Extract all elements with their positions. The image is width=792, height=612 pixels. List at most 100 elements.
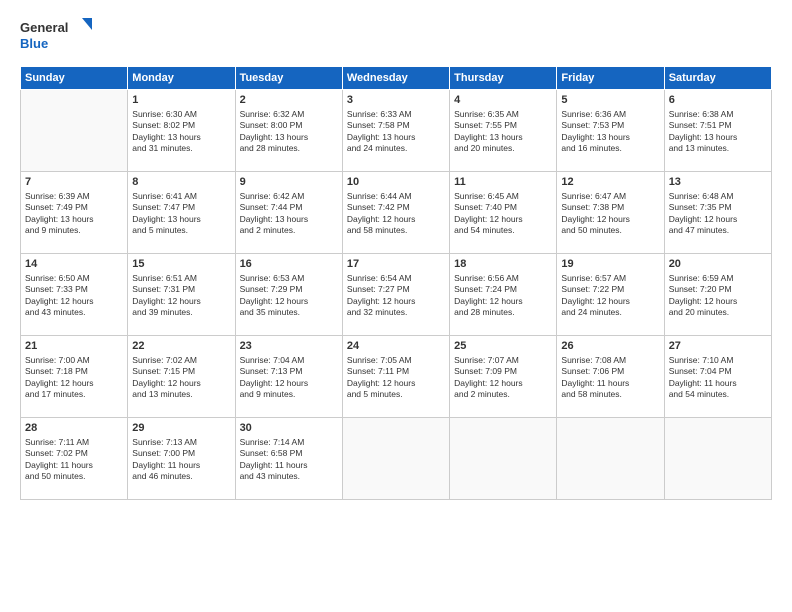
day-info: Sunrise: 7:04 AM [240, 355, 338, 366]
calendar-cell: 15Sunrise: 6:51 AMSunset: 7:31 PMDayligh… [128, 254, 235, 336]
day-info: and 2 minutes. [454, 389, 552, 400]
day-number: 11 [454, 175, 552, 190]
day-info: Daylight: 12 hours [561, 214, 659, 225]
day-number: 20 [669, 257, 767, 272]
day-number: 17 [347, 257, 445, 272]
day-info: Sunrise: 7:00 AM [25, 355, 123, 366]
day-info: Sunrise: 7:11 AM [25, 437, 123, 448]
calendar-cell: 6Sunrise: 6:38 AMSunset: 7:51 PMDaylight… [664, 90, 771, 172]
calendar-cell [21, 90, 128, 172]
day-number: 7 [25, 175, 123, 190]
day-info: and 46 minutes. [132, 471, 230, 482]
calendar-cell: 16Sunrise: 6:53 AMSunset: 7:29 PMDayligh… [235, 254, 342, 336]
day-info: and 9 minutes. [240, 389, 338, 400]
day-info: and 28 minutes. [240, 143, 338, 154]
day-info: Sunrise: 7:14 AM [240, 437, 338, 448]
day-number: 4 [454, 93, 552, 108]
calendar-cell: 24Sunrise: 7:05 AMSunset: 7:11 PMDayligh… [342, 336, 449, 418]
day-info: Sunset: 7:31 PM [132, 284, 230, 295]
day-number: 27 [669, 339, 767, 354]
day-number: 12 [561, 175, 659, 190]
calendar-cell [557, 418, 664, 500]
day-info: Daylight: 11 hours [669, 378, 767, 389]
day-info: Sunrise: 6:36 AM [561, 109, 659, 120]
day-info: Sunrise: 6:53 AM [240, 273, 338, 284]
day-info: and 43 minutes. [25, 307, 123, 318]
day-info: and 54 minutes. [669, 389, 767, 400]
day-info: Daylight: 12 hours [25, 296, 123, 307]
day-info: Daylight: 13 hours [132, 132, 230, 143]
day-info: Sunrise: 7:10 AM [669, 355, 767, 366]
svg-text:General: General [20, 20, 68, 35]
day-number: 16 [240, 257, 338, 272]
day-info: Daylight: 13 hours [240, 132, 338, 143]
day-number: 6 [669, 93, 767, 108]
day-info: Sunrise: 6:50 AM [25, 273, 123, 284]
day-info: Sunset: 7:18 PM [25, 366, 123, 377]
day-header-sunday: Sunday [21, 67, 128, 90]
day-info: and 50 minutes. [25, 471, 123, 482]
day-header-thursday: Thursday [450, 67, 557, 90]
calendar-cell: 10Sunrise: 6:44 AMSunset: 7:42 PMDayligh… [342, 172, 449, 254]
day-info: Daylight: 12 hours [669, 296, 767, 307]
day-info: Sunset: 7:51 PM [669, 120, 767, 131]
day-info: Daylight: 12 hours [25, 378, 123, 389]
day-info: Sunrise: 7:13 AM [132, 437, 230, 448]
calendar-cell: 1Sunrise: 6:30 AMSunset: 8:02 PMDaylight… [128, 90, 235, 172]
day-number: 15 [132, 257, 230, 272]
day-header-friday: Friday [557, 67, 664, 90]
day-info: Sunset: 7:15 PM [132, 366, 230, 377]
day-number: 5 [561, 93, 659, 108]
day-info: Daylight: 11 hours [561, 378, 659, 389]
logo: General Blue [20, 16, 92, 56]
day-info: Sunrise: 7:02 AM [132, 355, 230, 366]
day-number: 10 [347, 175, 445, 190]
day-info: Sunset: 7:35 PM [669, 202, 767, 213]
day-number: 9 [240, 175, 338, 190]
day-number: 26 [561, 339, 659, 354]
day-info: Daylight: 13 hours [561, 132, 659, 143]
day-header-saturday: Saturday [664, 67, 771, 90]
day-info: Sunset: 7:00 PM [132, 448, 230, 459]
day-info: Daylight: 11 hours [240, 460, 338, 471]
calendar-cell: 27Sunrise: 7:10 AMSunset: 7:04 PMDayligh… [664, 336, 771, 418]
calendar-cell: 28Sunrise: 7:11 AMSunset: 7:02 PMDayligh… [21, 418, 128, 500]
day-info: Sunrise: 6:56 AM [454, 273, 552, 284]
day-info: Sunset: 7:13 PM [240, 366, 338, 377]
day-info: Sunrise: 6:42 AM [240, 191, 338, 202]
day-info: and 20 minutes. [454, 143, 552, 154]
day-info: Sunrise: 6:38 AM [669, 109, 767, 120]
day-info: and 39 minutes. [132, 307, 230, 318]
calendar-cell: 19Sunrise: 6:57 AMSunset: 7:22 PMDayligh… [557, 254, 664, 336]
calendar-cell: 30Sunrise: 7:14 AMSunset: 6:58 PMDayligh… [235, 418, 342, 500]
day-number: 19 [561, 257, 659, 272]
day-info: Sunset: 7:49 PM [25, 202, 123, 213]
day-info: Daylight: 12 hours [347, 214, 445, 225]
calendar-cell: 8Sunrise: 6:41 AMSunset: 7:47 PMDaylight… [128, 172, 235, 254]
day-info: Sunset: 7:33 PM [25, 284, 123, 295]
day-info: Daylight: 13 hours [132, 214, 230, 225]
day-info: Daylight: 12 hours [347, 378, 445, 389]
calendar-cell: 13Sunrise: 6:48 AMSunset: 7:35 PMDayligh… [664, 172, 771, 254]
day-info: and 9 minutes. [25, 225, 123, 236]
day-info: Daylight: 13 hours [454, 132, 552, 143]
day-info: Sunset: 7:11 PM [347, 366, 445, 377]
day-info: Daylight: 12 hours [240, 378, 338, 389]
day-info: Daylight: 12 hours [454, 214, 552, 225]
calendar-cell: 11Sunrise: 6:45 AMSunset: 7:40 PMDayligh… [450, 172, 557, 254]
day-info: Sunset: 7:38 PM [561, 202, 659, 213]
day-info: and 5 minutes. [132, 225, 230, 236]
day-number: 29 [132, 421, 230, 436]
calendar-cell: 25Sunrise: 7:07 AMSunset: 7:09 PMDayligh… [450, 336, 557, 418]
day-info: Sunset: 8:00 PM [240, 120, 338, 131]
calendar-cell: 4Sunrise: 6:35 AMSunset: 7:55 PMDaylight… [450, 90, 557, 172]
day-info: and 24 minutes. [347, 143, 445, 154]
day-info: Sunset: 7:22 PM [561, 284, 659, 295]
day-number: 30 [240, 421, 338, 436]
day-info: and 20 minutes. [669, 307, 767, 318]
day-info: and 47 minutes. [669, 225, 767, 236]
day-number: 13 [669, 175, 767, 190]
day-info: Daylight: 12 hours [347, 296, 445, 307]
day-info: Sunset: 7:20 PM [669, 284, 767, 295]
day-info: Sunset: 7:24 PM [454, 284, 552, 295]
